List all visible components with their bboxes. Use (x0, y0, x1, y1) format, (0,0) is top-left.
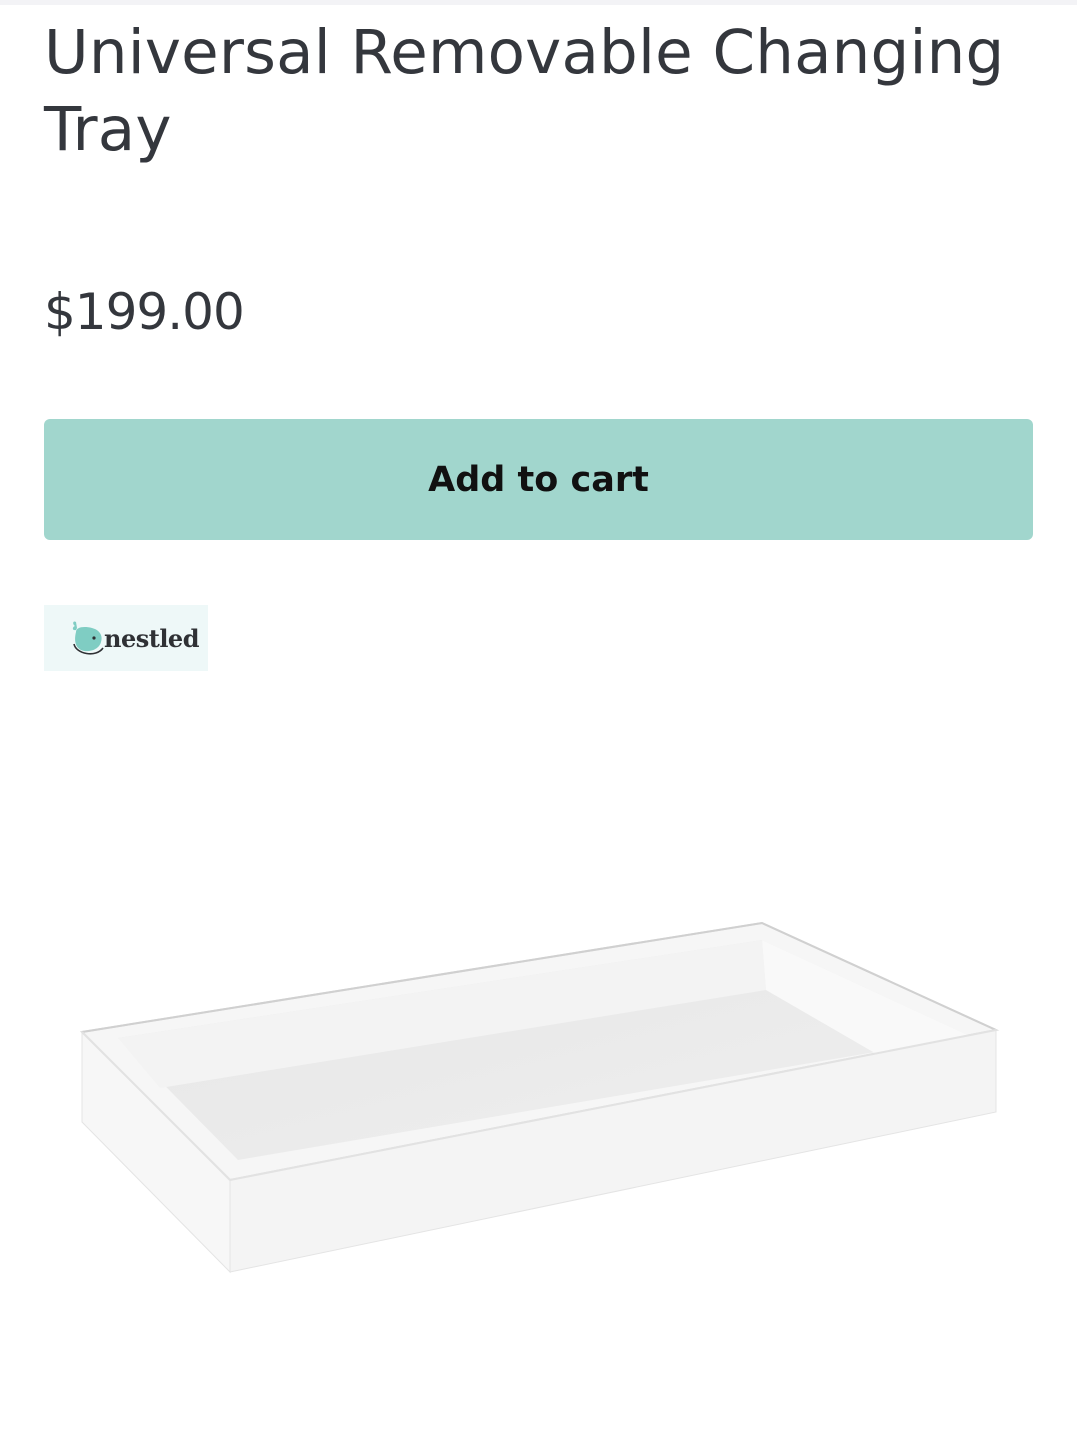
add-to-cart-button[interactable]: Add to cart (44, 419, 1033, 540)
product-image (0, 860, 1077, 1320)
product-price: $199.00 (44, 283, 245, 341)
brand-badge[interactable]: nestled (44, 605, 208, 671)
whale-icon (70, 618, 104, 658)
brand-name: nestled (104, 623, 199, 653)
top-divider (0, 0, 1077, 5)
product-title: Universal Removable Changing Tray (44, 17, 1005, 165)
